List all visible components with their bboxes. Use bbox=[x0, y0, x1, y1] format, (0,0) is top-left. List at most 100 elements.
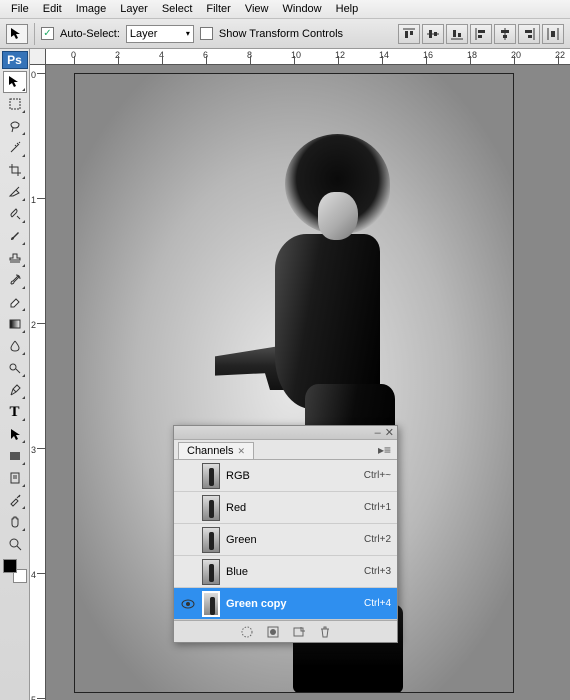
panel-header[interactable]: – ✕ bbox=[174, 426, 397, 440]
show-transform-label: Show Transform Controls bbox=[219, 28, 343, 40]
align-left-button[interactable] bbox=[470, 24, 492, 44]
channel-shortcut: Ctrl+4 bbox=[364, 598, 391, 609]
auto-select-dropdown[interactable]: Layer ▾ bbox=[126, 25, 194, 43]
tab-close-icon[interactable]: ✕ bbox=[237, 446, 245, 457]
channel-row-rgb[interactable]: RGB Ctrl+~ bbox=[174, 460, 397, 492]
current-tool-indicator[interactable] bbox=[6, 24, 28, 44]
menu-filter[interactable]: Filter bbox=[199, 1, 237, 17]
channel-thumbnail bbox=[202, 527, 220, 553]
menu-bar: File Edit Image Layer Select Filter View… bbox=[0, 0, 570, 19]
align-vcenter-icon bbox=[427, 28, 439, 40]
history-brush-tool[interactable] bbox=[3, 269, 27, 291]
panel-footer bbox=[174, 620, 397, 642]
load-selection-icon bbox=[241, 626, 253, 638]
channel-thumbnail bbox=[202, 591, 220, 617]
hand-icon bbox=[8, 515, 22, 529]
channel-row-red[interactable]: Red Ctrl+1 bbox=[174, 492, 397, 524]
gradient-icon bbox=[8, 317, 22, 331]
rectangular-marquee-tool[interactable] bbox=[3, 93, 27, 115]
align-right-icon bbox=[523, 28, 535, 40]
path-selection-tool[interactable] bbox=[3, 423, 27, 445]
healing-brush-tool[interactable] bbox=[3, 203, 27, 225]
rectangle-icon bbox=[8, 449, 22, 463]
panel-tabs: Channels ✕ ▸≡ bbox=[174, 440, 397, 460]
rectangle-tool[interactable] bbox=[3, 445, 27, 467]
eyedropper-tool[interactable] bbox=[3, 489, 27, 511]
tab-channels[interactable]: Channels ✕ bbox=[178, 442, 254, 459]
menu-select[interactable]: Select bbox=[155, 1, 200, 17]
align-left-icon bbox=[475, 28, 487, 40]
dodge-tool[interactable] bbox=[3, 357, 27, 379]
notes-tool[interactable] bbox=[3, 467, 27, 489]
gradient-tool[interactable] bbox=[3, 313, 27, 335]
channel-row-blue[interactable]: Blue Ctrl+3 bbox=[174, 556, 397, 588]
canvas-area[interactable]: – ✕ Channels ✕ ▸≡ RGB Ctrl+~ bbox=[46, 65, 570, 700]
menu-view[interactable]: View bbox=[238, 1, 276, 17]
menu-image[interactable]: Image bbox=[69, 1, 114, 17]
horizontal-ruler[interactable]: 0246810121416182022 bbox=[46, 49, 570, 65]
distribute-h-button[interactable] bbox=[542, 24, 564, 44]
menu-help[interactable]: Help bbox=[329, 1, 366, 17]
hand-tool[interactable] bbox=[3, 511, 27, 533]
channel-name: Green bbox=[226, 534, 358, 546]
channel-row-green-copy[interactable]: Green copy Ctrl+4 bbox=[174, 588, 397, 620]
healing-icon bbox=[8, 207, 22, 221]
align-top-button[interactable] bbox=[398, 24, 420, 44]
pen-tool[interactable] bbox=[3, 379, 27, 401]
align-right-button[interactable] bbox=[518, 24, 540, 44]
load-selection-button[interactable] bbox=[239, 625, 255, 639]
delete-channel-button[interactable] bbox=[317, 625, 333, 639]
align-bottom-icon bbox=[451, 28, 463, 40]
visibility-toggle[interactable] bbox=[180, 599, 196, 609]
close-icon[interactable]: ✕ bbox=[385, 426, 394, 439]
move-tool[interactable] bbox=[3, 71, 27, 93]
channel-name: Blue bbox=[226, 566, 358, 578]
eraser-tool[interactable] bbox=[3, 291, 27, 313]
move-icon bbox=[8, 75, 22, 89]
path-arrow-icon bbox=[8, 427, 22, 441]
trash-icon bbox=[319, 626, 331, 638]
crop-tool[interactable] bbox=[3, 159, 27, 181]
zoom-tool[interactable] bbox=[3, 533, 27, 555]
channel-name: Green copy bbox=[226, 598, 358, 610]
type-tool[interactable]: T bbox=[3, 401, 27, 423]
ruler-origin[interactable] bbox=[30, 49, 46, 65]
align-bottom-button[interactable] bbox=[446, 24, 468, 44]
channel-list: RGB Ctrl+~ Red Ctrl+1 Green Ctrl+2 bbox=[174, 460, 397, 620]
menu-edit[interactable]: Edit bbox=[36, 1, 69, 17]
clone-stamp-tool[interactable] bbox=[3, 247, 27, 269]
blur-icon bbox=[8, 339, 22, 353]
align-vcenter-button[interactable] bbox=[422, 24, 444, 44]
channel-row-green[interactable]: Green Ctrl+2 bbox=[174, 524, 397, 556]
minimize-icon[interactable]: – bbox=[375, 427, 381, 439]
channel-thumbnail bbox=[202, 559, 220, 585]
align-hcenter-button[interactable] bbox=[494, 24, 516, 44]
auto-select-checkbox[interactable]: ✓ bbox=[41, 27, 54, 40]
dodge-icon bbox=[8, 361, 22, 375]
pen-icon bbox=[8, 383, 22, 397]
foreground-color-swatch[interactable] bbox=[3, 559, 17, 573]
magic-wand-tool[interactable] bbox=[3, 137, 27, 159]
vertical-ruler[interactable]: 012345 bbox=[30, 65, 46, 700]
channel-name: Red bbox=[226, 502, 358, 514]
blur-tool[interactable] bbox=[3, 335, 27, 357]
slice-icon bbox=[8, 185, 22, 199]
color-swatches[interactable] bbox=[3, 559, 27, 583]
menu-window[interactable]: Window bbox=[276, 1, 329, 17]
slice-tool[interactable] bbox=[3, 181, 27, 203]
lasso-tool[interactable] bbox=[3, 115, 27, 137]
brush-tool[interactable] bbox=[3, 225, 27, 247]
face-shape bbox=[318, 192, 358, 240]
show-transform-checkbox[interactable] bbox=[200, 27, 213, 40]
zoom-icon bbox=[8, 537, 22, 551]
menu-file[interactable]: File bbox=[4, 1, 36, 17]
panel-menu-icon[interactable]: ▸≡ bbox=[378, 443, 391, 457]
new-channel-button[interactable] bbox=[291, 625, 307, 639]
channel-shortcut: Ctrl+2 bbox=[364, 534, 391, 545]
workspace: Ps T 0246810121416182022 012345 bbox=[0, 49, 570, 700]
menu-layer[interactable]: Layer bbox=[113, 1, 155, 17]
distribute-icon bbox=[547, 28, 559, 40]
channels-panel[interactable]: – ✕ Channels ✕ ▸≡ RGB Ctrl+~ bbox=[173, 425, 398, 643]
save-selection-button[interactable] bbox=[265, 625, 281, 639]
auto-select-value: Layer bbox=[130, 28, 158, 40]
